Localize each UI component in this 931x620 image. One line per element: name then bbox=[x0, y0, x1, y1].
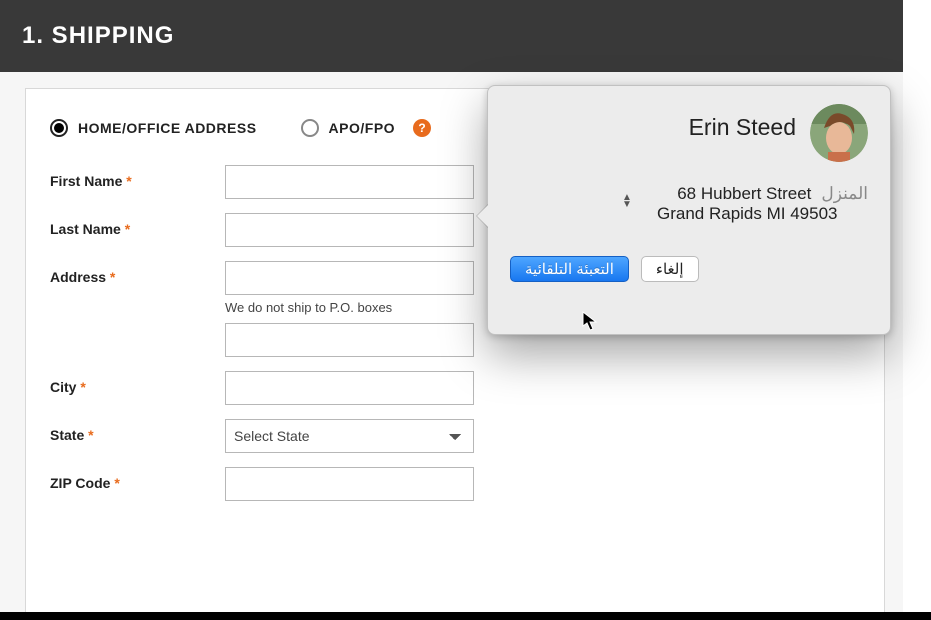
autofill-contact-name: Erin Steed bbox=[689, 104, 796, 141]
autofill-button[interactable]: التعبئة التلقائية bbox=[510, 256, 629, 282]
autofill-address-tag: المنزل bbox=[821, 184, 868, 204]
step-title: 1. SHIPPING bbox=[22, 22, 174, 50]
first-name-input[interactable] bbox=[225, 165, 474, 199]
autofill-address-line1: 68 Hubbert Street bbox=[677, 184, 811, 204]
checkout-step-header: 1. SHIPPING bbox=[0, 0, 903, 72]
avatar-icon bbox=[810, 104, 868, 162]
address1-input[interactable] bbox=[225, 261, 474, 295]
radio-apo-fpo[interactable]: APO/FPO bbox=[301, 119, 396, 137]
radio-home-office[interactable]: HOME/OFFICE ADDRESS bbox=[50, 119, 257, 137]
zip-input[interactable] bbox=[225, 467, 474, 501]
last-name-input[interactable] bbox=[225, 213, 474, 247]
radio-home-office-label: HOME/OFFICE ADDRESS bbox=[78, 120, 257, 136]
zip-row: ZIP Code * bbox=[50, 467, 860, 501]
city-row: City * bbox=[50, 371, 860, 405]
autofill-address-block: ▲▼ 68 Hubbert Street المنزل Grand Rapids… bbox=[510, 184, 868, 224]
radio-checked-icon bbox=[50, 119, 68, 137]
city-input[interactable] bbox=[225, 371, 474, 405]
help-icon[interactable]: ? bbox=[413, 119, 431, 137]
autofill-buttons: التعبئة التلقائية إلغاء bbox=[510, 256, 868, 282]
autofill-popover: Erin Steed ▲▼ 68 Hubbert Street bbox=[487, 85, 891, 335]
autofill-contact-header: Erin Steed bbox=[510, 104, 868, 162]
first-name-label: First Name * bbox=[50, 165, 225, 189]
last-name-label: Last Name * bbox=[50, 213, 225, 237]
address2-input[interactable] bbox=[225, 323, 474, 357]
cancel-button[interactable]: إلغاء bbox=[641, 256, 699, 282]
state-select[interactable]: Select State bbox=[225, 419, 474, 453]
state-label: State * bbox=[50, 419, 225, 443]
zip-label: ZIP Code * bbox=[50, 467, 225, 491]
bottom-border bbox=[0, 612, 931, 620]
autofill-address-text: 68 Hubbert Street المنزل Grand Rapids MI… bbox=[644, 184, 868, 224]
state-row: State * Select State bbox=[50, 419, 860, 453]
right-margin bbox=[903, 0, 931, 612]
address-switcher-icon[interactable]: ▲▼ bbox=[620, 194, 634, 208]
address-label: Address * bbox=[50, 261, 225, 285]
radio-unchecked-icon bbox=[301, 119, 319, 137]
avatar bbox=[810, 104, 868, 162]
radio-apo-fpo-label: APO/FPO bbox=[329, 120, 396, 136]
city-label: City * bbox=[50, 371, 225, 395]
autofill-address-line2: Grand Rapids MI 49503 bbox=[657, 204, 838, 224]
